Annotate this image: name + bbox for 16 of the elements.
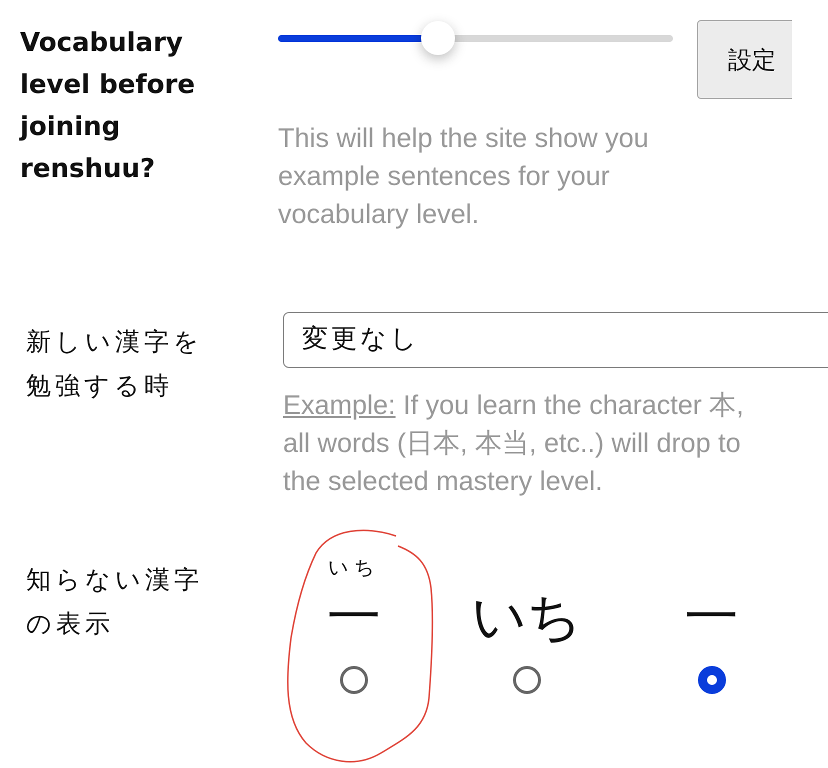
mastery-select[interactable]: 変更なし [283,312,828,368]
help-text: Example: If you learn the character 本, all words (日本, 本当, etc..) will drop to the selected mastery level. [283,389,745,498]
vocabulary-slider[interactable] [278,21,673,55]
help-text: This will help the site show you example sentences for your vocabulary level. [278,122,650,231]
radio-button[interactable] [512,666,540,694]
display-option: いち [472,582,582,652]
radio-button[interactable] [698,666,726,694]
field-label: 知らない漢字の表示 [26,564,204,640]
field-label: Vocabulary level before joining renshuu? [20,27,196,186]
radio-button[interactable] [340,666,368,694]
display-option: 一 [684,582,738,652]
set-button[interactable]: 設定 [697,20,792,99]
kanji-option: 一 [327,582,381,652]
slider-thumb[interactable] [420,21,455,55]
furigana-reading: いち [328,554,380,581]
field-label: 新しい漢字を勉強する時 [26,326,204,402]
